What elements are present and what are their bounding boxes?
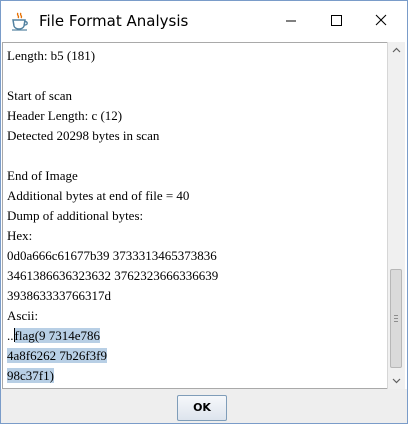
grip-line — [394, 318, 398, 319]
scroll-thumb[interactable] — [390, 269, 402, 368]
report-line — [7, 66, 385, 86]
selected-text: flag(9 7314e786 — [14, 328, 101, 343]
scroll-down-button[interactable] — [388, 372, 405, 389]
report-line: 3461386636323632 3762323666336639 — [7, 268, 219, 283]
window-title: File Format Analysis — [39, 12, 189, 30]
report-line: Length: b5 (181) — [7, 48, 96, 63]
file-format-analysis-window: File Format Analysis Length: b5 (181) St… — [0, 0, 408, 424]
close-button[interactable] — [358, 1, 404, 41]
report-line — [7, 146, 385, 166]
dialog-footer: OK — [1, 389, 407, 423]
title-bar[interactable]: File Format Analysis — [1, 1, 407, 41]
ok-button[interactable]: OK — [177, 395, 227, 421]
selected-text: 4a8f6262 7b26f3f9 — [7, 348, 108, 363]
java-coffee-cup-icon — [10, 11, 30, 31]
scroll-up-button[interactable] — [388, 42, 405, 59]
report-line: Dump of additional bytes: — [7, 208, 144, 223]
maximize-icon — [331, 15, 342, 26]
ascii-line-2: 4a8f6262 7b26f3f9 — [7, 346, 385, 366]
report-line: 393863333766317d — [7, 288, 111, 303]
report-text-area[interactable]: Length: b5 (181) Start of scan Header Le… — [2, 42, 388, 389]
selected-text: 98c37f1) — [7, 368, 54, 383]
vertical-scrollbar[interactable] — [387, 42, 405, 389]
chevron-up-icon — [392, 47, 401, 53]
ascii-line-3: 98c37f1) — [7, 366, 385, 386]
report-line: Hex: — [7, 228, 33, 243]
minimize-button[interactable] — [268, 1, 314, 41]
report-text: Length: b5 (181) Start of scan Header Le… — [7, 46, 385, 386]
report-line: Header Length: c (12) — [7, 108, 123, 123]
grip-line — [394, 321, 398, 322]
report-line: Start of scan — [7, 88, 72, 103]
ascii-line-1: ..flag(9 7314e786 — [7, 326, 385, 346]
report-line: End of Image — [7, 168, 78, 183]
chevron-down-icon — [392, 378, 401, 384]
report-line: Additional bytes at end of file = 40 — [7, 188, 190, 203]
maximize-button[interactable] — [313, 1, 359, 41]
close-icon — [375, 14, 387, 26]
report-line: Ascii: — [7, 308, 39, 323]
grip-line — [394, 315, 398, 316]
report-line: Detected 20298 bytes in scan — [7, 128, 160, 143]
report-line: 0d0a666c61677b39 3733313465373836 — [7, 248, 217, 263]
